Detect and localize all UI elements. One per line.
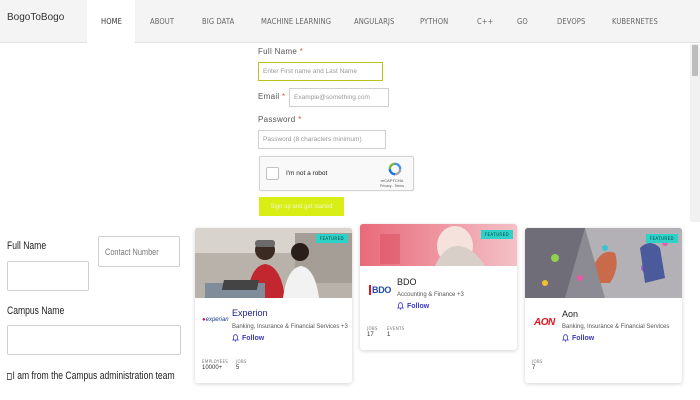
contact-number-input[interactable]: Contact Number	[98, 236, 180, 267]
password-label: Password *	[258, 115, 302, 124]
stat-label: EVENTS	[387, 326, 405, 331]
nav-item-big-data[interactable]: BIG DATA	[202, 0, 234, 43]
stat-label: JOBS	[532, 359, 543, 364]
nav-item-about[interactable]: ABOUT	[150, 0, 174, 43]
nav-item-angularjs[interactable]: ANGULARJS	[354, 0, 394, 43]
company-name[interactable]: Aon	[562, 309, 578, 319]
company-card-aon[interactable]: FEATURED AON Aon Banking, Insurance & Fi…	[525, 228, 682, 383]
campus-name-label: Campus Name	[7, 305, 65, 317]
full-name-label: Full Name *	[258, 47, 304, 56]
stat-value: 1	[387, 332, 391, 338]
top-navbar: BogoToBogo HOME ABOUT BIG DATA MACHINE L…	[0, 0, 700, 43]
featured-badge: FEATURED	[315, 234, 348, 243]
recaptcha-label: I'm not a robot	[286, 170, 328, 177]
recaptcha-widget: I'm not a robot reCAPTCHA Privacy - Term…	[259, 156, 414, 191]
nav-item-cpp[interactable]: C++	[477, 0, 493, 43]
nav-item-home[interactable]: HOME	[101, 0, 122, 43]
recaptcha-brand: reCAPTCHA	[380, 178, 404, 183]
admin-checkbox[interactable]	[7, 372, 12, 380]
company-industry: Accounting & Finance +3	[397, 292, 464, 298]
company-card-experian[interactable]: FEATURED ●experian Experion Banking, Ins…	[195, 228, 352, 383]
featured-badge: FEATURED	[645, 234, 678, 243]
bell-icon	[232, 334, 239, 342]
signup-submit-button[interactable]: Sign up and get started	[259, 197, 344, 216]
bell-icon	[562, 334, 569, 342]
recaptcha-logo-icon	[388, 162, 402, 176]
brand-logo[interactable]: BogoToBogo	[7, 12, 64, 23]
nav-item-devops[interactable]: DEVOPS	[557, 0, 585, 43]
bell-icon	[397, 302, 404, 310]
stat-label: EMPLOYEES	[202, 359, 229, 364]
recaptcha-links[interactable]: Privacy - Terms	[377, 184, 407, 188]
nav-item-python[interactable]: PYTHON	[420, 0, 448, 43]
password-input[interactable]: Password (8 characters minimum)	[258, 130, 386, 149]
stat-label: JOBS	[367, 326, 378, 331]
follow-button[interactable]: Follow	[232, 334, 264, 342]
follow-button[interactable]: Follow	[562, 334, 594, 342]
nav-item-go[interactable]: GO	[517, 0, 528, 43]
featured-badge: FEATURED	[480, 230, 513, 239]
company-card-bdo[interactable]: FEATURED BDO BDO Accounting & Finance +3…	[360, 224, 517, 350]
campus-full-name-input[interactable]	[7, 261, 89, 291]
recaptcha-checkbox[interactable]	[266, 167, 279, 180]
company-industry: Banking, Insurance & Financial Services …	[232, 324, 348, 330]
campus-name-input[interactable]	[7, 325, 181, 355]
admin-check-label: I am from the Campus administration team	[12, 370, 175, 382]
nav-item-machine-learning[interactable]: MACHINE LEARNING	[261, 0, 331, 43]
stat-value: 5	[236, 365, 240, 371]
full-name-input[interactable]: Enter First name and Last Name	[258, 62, 383, 81]
email-input[interactable]: Example@something.com	[289, 88, 389, 107]
company-name[interactable]: BDO	[397, 277, 417, 287]
follow-button[interactable]: Follow	[397, 302, 429, 310]
campus-full-name-label: Full Name	[7, 240, 47, 252]
aon-logo: AON	[534, 317, 555, 328]
stat-value: 17	[367, 332, 374, 338]
company-industry: Banking, Insurance & Financial Services	[562, 324, 670, 330]
nav-item-kubernetes[interactable]: KUBERNETES	[612, 0, 658, 43]
company-name[interactable]: Experion	[232, 308, 268, 318]
admin-check-row: I am from the Campus administration team	[7, 370, 175, 382]
email-label: Email *	[258, 92, 286, 101]
scrollbar-thumb[interactable]	[692, 45, 698, 76]
stat-value: 7	[532, 365, 536, 371]
experian-logo: ●experian	[202, 317, 229, 323]
stat-value: 10000+	[202, 365, 223, 371]
bdo-logo: BDO	[369, 285, 391, 295]
stat-label: JOBS	[236, 359, 247, 364]
